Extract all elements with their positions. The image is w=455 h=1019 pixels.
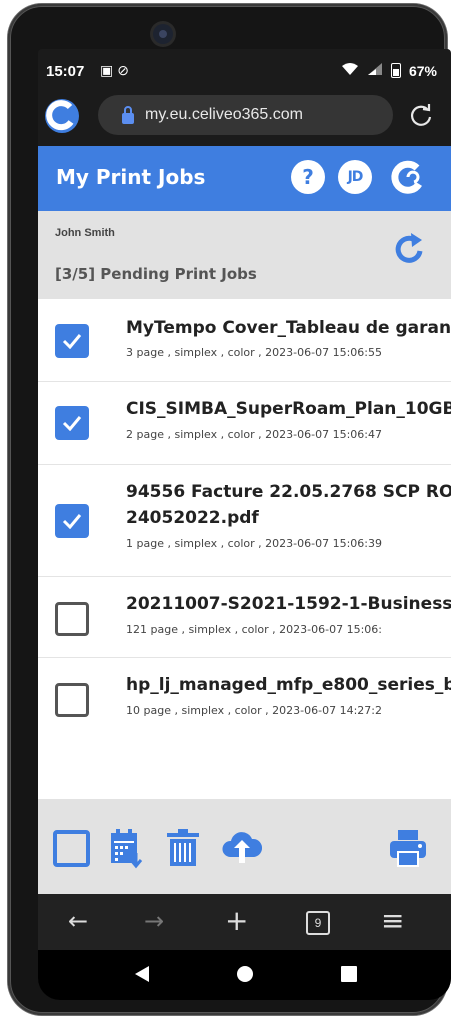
back-button[interactable]: ←	[68, 908, 88, 934]
job-row[interactable]: 94556 Facture 22.05.2768 SCP ROBI 240520…	[38, 464, 451, 577]
job-checkbox-unchecked[interactable]	[55, 683, 89, 717]
checkmark-icon	[62, 334, 82, 349]
browser-nav-bar: ← → + 9 ≡	[38, 894, 451, 950]
system-nav-bar	[38, 950, 451, 1000]
system-back-icon[interactable]	[134, 965, 150, 983]
checkmark-icon	[62, 514, 82, 529]
reload-icon[interactable]	[408, 102, 434, 128]
job-name: hp_lj_managed_mfp_e800_series_b	[126, 675, 451, 695]
status-bar: 15:07 ▣⊘ 67%	[38, 49, 451, 94]
app-header: My Print Jobs ? JD	[38, 146, 451, 211]
print-icon[interactable]	[388, 827, 428, 869]
page-title: My Print Jobs	[56, 165, 206, 189]
menu-button[interactable]: ≡	[381, 907, 404, 935]
new-tab-button[interactable]: +	[225, 907, 248, 935]
wifi-icon	[341, 62, 359, 79]
pending-jobs-label: [3/5] Pending Print Jobs	[55, 265, 257, 283]
job-name: CIS_SIMBA_SuperRoam_Plan_10GB_	[126, 399, 451, 419]
user-info-panel: John Smith [3/5] Pending Print Jobs	[38, 211, 451, 299]
url-text: my.eu.celiveo365.com	[145, 106, 303, 123]
job-meta: 121 page , simplex , color , 2023-06-07 …	[126, 623, 382, 636]
battery-level: 67%	[408, 62, 437, 79]
job-checkbox-unchecked[interactable]	[55, 602, 89, 636]
job-row[interactable]: 20211007-S2021-1592-1-Business-Fr 121 pa…	[38, 576, 451, 658]
job-list: MyTempo Cover_Tableau de garan 3 page , …	[38, 299, 451, 799]
battery-icon	[390, 63, 401, 78]
job-name-continued: 24052022.pdf	[126, 508, 259, 528]
forward-button[interactable]: →	[144, 908, 164, 934]
signal-icon	[367, 62, 383, 79]
job-row[interactable]: MyTempo Cover_Tableau de garan 3 page , …	[38, 299, 451, 382]
job-name: MyTempo Cover_Tableau de garan	[126, 318, 451, 338]
cloud-upload-icon[interactable]	[222, 827, 262, 869]
job-checkbox-checked[interactable]	[55, 324, 89, 358]
check-circle-icon: ⊘	[117, 62, 133, 78]
job-row[interactable]: CIS_SIMBA_SuperRoam_Plan_10GB_ 2 page , …	[38, 381, 451, 465]
celiveo-logo-icon[interactable]	[44, 98, 80, 134]
system-recents-icon[interactable]	[341, 966, 357, 982]
front-camera	[153, 24, 173, 44]
select-all-icon[interactable]	[52, 827, 92, 869]
address-bar[interactable]: my.eu.celiveo365.com	[98, 95, 393, 135]
action-toolbar	[38, 799, 451, 894]
job-meta: 1 page , simplex , color , 2023-06-07 15…	[126, 537, 382, 550]
job-row[interactable]: hp_lj_managed_mfp_e800_series_b 10 page …	[38, 657, 451, 739]
checkmark-icon	[62, 416, 82, 431]
screen: 15:07 ▣⊘ 67% my.eu.celiveo365.com My Pri…	[38, 49, 451, 1000]
status-left-icons: ▣⊘	[100, 62, 133, 79]
help-button[interactable]: ?	[291, 160, 325, 194]
tab-count-button[interactable]: 9	[306, 911, 330, 935]
status-time: 15:07	[46, 63, 85, 80]
phone-frame: 15:07 ▣⊘ 67% my.eu.celiveo365.com My Pri…	[8, 4, 451, 1015]
sim-icon: ▣	[100, 62, 118, 78]
status-right: 67%	[341, 62, 437, 79]
system-home-icon[interactable]	[236, 965, 254, 983]
job-meta: 3 page , simplex , color , 2023-06-07 15…	[126, 346, 382, 359]
user-name: John Smith	[55, 227, 115, 239]
site-info-icon[interactable]	[120, 106, 136, 124]
browser-bar: my.eu.celiveo365.com	[38, 94, 451, 146]
job-checkbox-checked[interactable]	[55, 504, 89, 538]
job-meta: 2 page , simplex , color , 2023-06-07 15…	[126, 428, 382, 441]
schedule-icon[interactable]	[108, 827, 148, 869]
job-meta: 10 page , simplex , color , 2023-06-07 1…	[126, 704, 382, 717]
celiveo-brand-icon[interactable]	[387, 157, 427, 197]
job-name: 20211007-S2021-1592-1-Business-Fr	[126, 594, 451, 614]
refresh-icon[interactable]	[390, 229, 430, 269]
user-avatar-button[interactable]: JD	[338, 160, 372, 194]
job-name: 94556 Facture 22.05.2768 SCP ROBI	[126, 482, 451, 502]
delete-icon[interactable]	[164, 827, 204, 869]
job-checkbox-checked[interactable]	[55, 406, 89, 440]
